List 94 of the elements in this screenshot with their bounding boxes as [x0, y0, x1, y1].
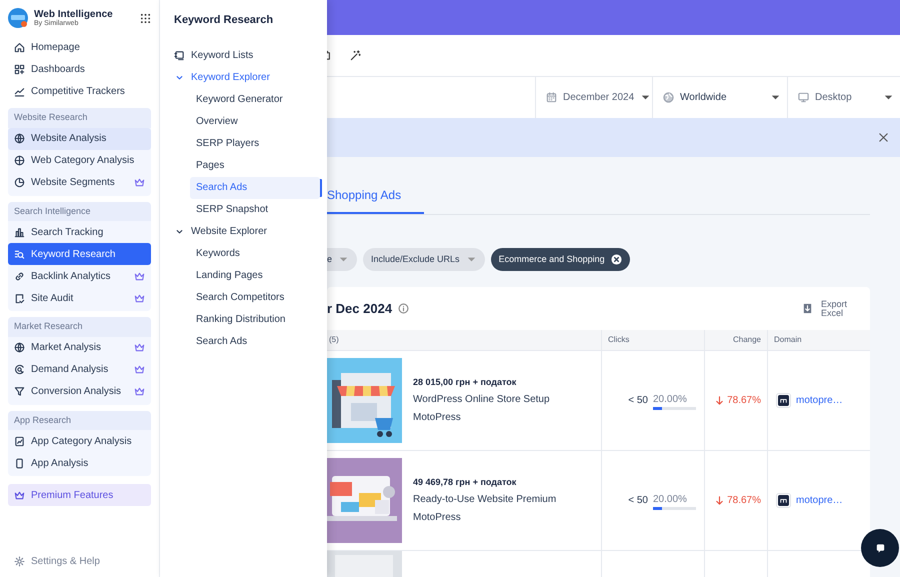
remove-icon [610, 254, 622, 265]
premium-features-link[interactable]: Premium Features [8, 484, 151, 506]
sidebar-item[interactable]: Demand Analysis [8, 358, 151, 380]
pie-chart-icon [14, 177, 25, 188]
info-icon [398, 303, 410, 314]
tree-item[interactable]: Keyword Generator [190, 88, 320, 110]
settings-icon [14, 556, 25, 566]
app-chart-icon [14, 436, 25, 446]
sidebar-item[interactable]: Web Category Analysis [8, 150, 151, 172]
tree-item[interactable]: Landing Pages [190, 264, 320, 286]
down-arrow-icon [714, 495, 725, 506]
tree-item[interactable]: Keywords [190, 242, 320, 264]
calendar-icon [546, 92, 557, 103]
sidebar-item[interactable]: Market Analysis [8, 336, 151, 358]
panel-link[interactable]: Keyword Lists [174, 44, 321, 66]
search-circle-icon [14, 364, 25, 375]
sidebar-item[interactable]: Homepage [8, 36, 151, 58]
home-icon [14, 42, 25, 52]
tree-item[interactable]: SERP Snapshot [190, 198, 320, 220]
download-icon [802, 303, 813, 314]
sidebar-item[interactable]: Website Analysis [8, 128, 151, 150]
tree-item[interactable]: Overview [190, 110, 320, 132]
tree-item[interactable]: Keyword Explorer [174, 66, 321, 88]
clicks-value: < 50 [628, 494, 648, 508]
clicks-value: < 50 [628, 394, 648, 408]
magic-wand-icon[interactable] [350, 50, 361, 61]
funnel-icon [14, 386, 25, 397]
group-heading: Website Research [8, 108, 151, 128]
tree-item[interactable]: SERP Players [190, 132, 320, 154]
column-header: (5) [327, 330, 601, 351]
group-heading: Search Intelligence [8, 202, 151, 221]
sidebar-item[interactable]: Keyword Research [8, 243, 151, 265]
sidebar-item[interactable]: Conversion Analysis [8, 380, 151, 402]
advertiser-name: MotoPress [413, 511, 462, 526]
chat-icon [874, 542, 886, 554]
filter-chip[interactable]: Ecommerce and Shopping [490, 248, 630, 271]
sidebar-item[interactable]: Dashboards [8, 58, 151, 80]
close-icon [878, 132, 889, 142]
filter-chip[interactable]: Include/Exclude URLs [363, 248, 485, 271]
logo-icon [8, 8, 28, 28]
tree-item[interactable]: Search Competitors [190, 286, 320, 308]
phone-icon [14, 458, 25, 468]
search-list-icon [14, 248, 25, 260]
column-header: Change [704, 330, 767, 351]
close-button[interactable] [878, 132, 890, 144]
tab[interactable]: Shopping Ads [327, 186, 424, 214]
dashboard-icon [14, 64, 25, 74]
checklist-icon [14, 292, 25, 304]
filter-chip[interactable]: e [327, 248, 358, 271]
panel-title: Keyword Research [174, 13, 274, 28]
ad-price: 28 015,00 грн + податок [413, 376, 518, 389]
link-icon [14, 270, 25, 282]
tree-item[interactable]: Search Ads [190, 176, 320, 198]
globe-icon [14, 155, 25, 166]
change-value: 78.67% [727, 494, 761, 508]
apps-grid-icon[interactable] [140, 12, 151, 24]
globe-icon [663, 92, 674, 103]
sidebar-item[interactable]: App Category Analysis [8, 430, 151, 452]
sidebar-item[interactable]: Site Audit [8, 287, 151, 309]
group-heading: App Research [8, 410, 151, 430]
ad-title: WordPress Online Store Setup [413, 393, 550, 408]
sidebar-item[interactable]: Backlink Analytics [8, 265, 151, 287]
column-header: Domain [767, 330, 870, 351]
tree-item[interactable]: Pages [190, 154, 320, 176]
sidebar-item[interactable]: Search Tracking [8, 221, 151, 243]
sidebar-item[interactable]: Competitive Trackers [8, 80, 151, 102]
bar-chart-icon [14, 226, 25, 238]
ad-title: Ready-to-Use Website Premium [413, 493, 556, 508]
list-icon [174, 50, 185, 61]
card-title: r Dec 2024 [327, 300, 392, 318]
domain-link[interactable]: motopre… [796, 393, 843, 408]
column-header: Clicks [601, 330, 704, 351]
advertiser-name: MotoPress [413, 411, 462, 426]
change-value: 78.67% [727, 394, 761, 408]
domain-link[interactable]: motopre… [796, 493, 843, 508]
sidebar-item[interactable]: Website Segments [8, 172, 151, 194]
desktop-icon [798, 92, 809, 103]
brand-name: Web Intelligence [34, 9, 114, 20]
globe-icon [14, 342, 25, 353]
settings-link[interactable]: Settings & Help [8, 550, 151, 572]
ad-price: 49 469,78 грн + податок [413, 476, 518, 489]
export-button[interactable]: Export Excel [796, 298, 856, 318]
down-arrow-icon [714, 395, 725, 406]
trend-icon [14, 86, 25, 96]
sidebar-item[interactable]: App Analysis [8, 452, 151, 474]
group-heading: Market Research [8, 317, 151, 336]
tree-item[interactable]: Search Ads [190, 330, 320, 352]
tree-item[interactable]: Website Explorer [174, 220, 321, 242]
crown-icon [14, 490, 25, 500]
tree-item[interactable]: Ranking Distribution [190, 308, 320, 330]
filter-dropdown[interactable]: December 2024 [535, 77, 652, 118]
share-value: 20.00% [653, 392, 688, 406]
globe-icon [14, 133, 25, 144]
share-value: 20.00% [653, 492, 688, 506]
